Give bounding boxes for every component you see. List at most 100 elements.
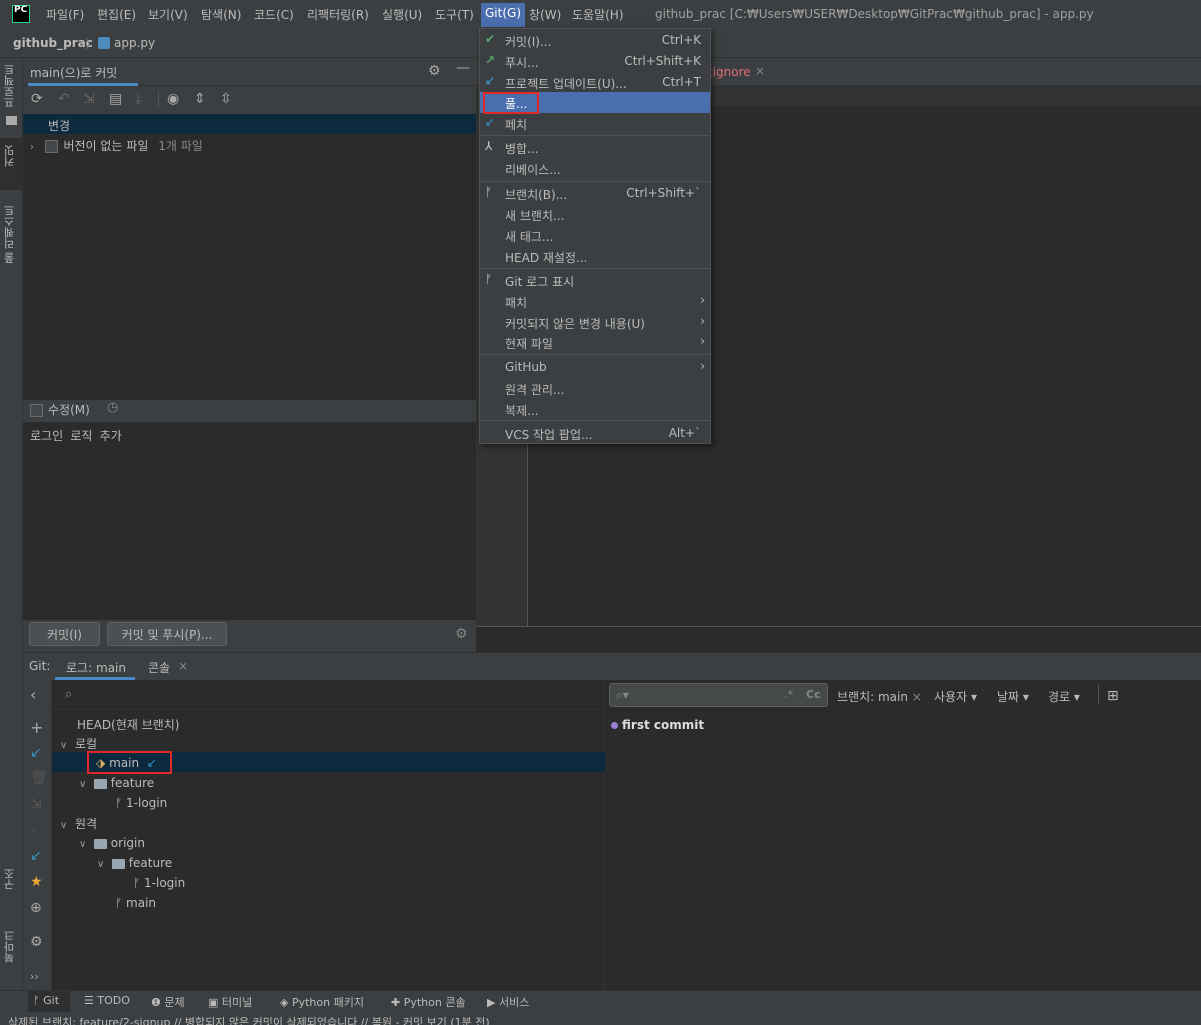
menu-refactor[interactable]: 리팩터링(R) [307,6,369,23]
branch-folder-remote-feature[interactable]: ∨ feature [97,856,172,870]
branch-folder-origin[interactable]: ∨ origin [79,836,145,850]
commit-and-push-button[interactable]: 커밋 및 푸시(P)... [107,622,227,646]
menu-tools[interactable]: 도구(T) [435,6,474,23]
close-icon[interactable]: × [755,64,765,78]
git-menu-manage-remotes[interactable]: 원격 관리... [480,378,710,399]
amend-row[interactable]: 수정(M) [30,401,90,418]
branch-remote-1-login[interactable]: ᚠ 1-login [133,876,185,890]
branch-group-remote[interactable]: ∨ 원격 [60,815,97,832]
git-menu-update-project[interactable]: ↙ 프로젝트 업데이트(U)... Ctrl+T [480,72,710,93]
tool-git[interactable]: ᚠ Git [33,994,59,1007]
user-filter[interactable]: 사용자 ▾ [934,688,977,705]
menu-git[interactable]: Git(G) [481,3,525,27]
breadcrumb-project[interactable]: github_prac [13,36,93,50]
fetch-arrow-icon[interactable]: ↙ [30,848,42,864]
editor-tab-gitignore[interactable]: tignore [708,65,751,79]
branch-remote-main[interactable]: ᚠ main [115,896,156,910]
commit-panel-tab[interactable]: main(으)로 커밋 [30,64,117,81]
amend-checkbox[interactable] [30,404,43,417]
gear-icon[interactable]: ⚙ [428,63,441,79]
commit-row[interactable]: first commit [611,718,704,732]
diff-icon[interactable]: ⇲ [83,91,95,107]
commit-button[interactable]: 커밋(I) [29,622,100,646]
git-menu-fetch[interactable]: ↙ 페치 [480,113,710,134]
rollback-icon[interactable]: ↶ [58,91,70,107]
update-arrow-icon[interactable]: ↙ [30,745,42,761]
git-menu-uncommitted-changes[interactable]: 커밋되지 않은 변경 내용(U) › [480,312,710,333]
git-menu-rebase[interactable]: 리베이스... [480,158,710,179]
shelve-icon[interactable]: ▤ [109,91,122,107]
tool-python-console[interactable]: ✚ Python 콘솔 [391,994,466,1010]
branch-head[interactable]: HEAD(현재 브랜치) [77,716,179,733]
download-icon[interactable]: ⤓ [135,91,141,107]
status-text[interactable]: 삭제된 브랜치: feature/2-signup // 병합되지 않은 커밋이… [8,1014,490,1025]
git-menu-clone[interactable]: 복제... [480,399,710,420]
structure-tool-tab[interactable]: 구조 [2,868,18,890]
search-icon[interactable]: ⌕ [30,822,38,838]
gear-icon[interactable]: ⚙ [30,934,43,950]
date-filter[interactable]: 날짜 ▾ [997,688,1029,705]
commit-tool-tab[interactable]: 커밋 [2,145,18,167]
git-menu-github[interactable]: GitHub › [480,357,710,378]
expand-all-icon[interactable]: ⇕ [194,91,206,107]
tool-terminal[interactable]: ▣ 터미널 [208,994,252,1010]
tool-python-packages[interactable]: ◈ Python 패키지 [280,994,364,1010]
collapse-all-icon[interactable]: ⇳ [220,91,232,107]
chevron-left-icon[interactable]: ‹ [30,685,36,704]
menu-help[interactable]: 도움말(H) [572,6,624,23]
branch-filter[interactable]: 브랜치: main × [837,688,922,705]
tool-services[interactable]: ▶ 서비스 [487,994,529,1010]
menu-view[interactable]: 보기(V) [148,6,188,23]
clock-icon[interactable]: ◷ [107,400,118,415]
tab-log-main[interactable]: 로그: main [66,659,126,676]
git-menu-current-file[interactable]: 현재 파일 › [480,332,710,353]
git-menu-branches[interactable]: ᚠ 브랜치(B)... Ctrl+Shift+` [480,183,710,204]
close-icon[interactable]: × [178,659,188,673]
add-icon[interactable]: + [30,718,43,737]
bookmarks-tool-tab[interactable]: 북마크 [2,930,18,963]
tool-problems[interactable]: ❶ 문제 [151,994,185,1010]
menu-edit[interactable]: 편집(E) [97,6,136,23]
git-menu-new-tag[interactable]: 새 태그... [480,225,710,246]
minimize-icon[interactable]: — [456,60,470,76]
delete-icon[interactable]: 🗑 [30,770,48,786]
git-menu-reset-head[interactable]: HEAD 재설정... [480,246,710,267]
git-menu-push[interactable]: ↗ 푸시... Ctrl+Shift+K [480,51,710,72]
commit-message-field[interactable] [23,422,476,620]
git-menu-patch[interactable]: 패치 › [480,291,710,312]
refresh-icon[interactable]: ⟳ [31,91,43,107]
locate-icon[interactable]: ⊕ [30,900,42,916]
pull-request-tool-tab[interactable]: 풀 리퀘스트 [2,205,18,264]
log-filter-input[interactable] [609,683,828,707]
chevron-right-icon[interactable]: › [30,142,34,153]
git-menu-merge[interactable]: ⅄ 병합... [480,137,710,158]
close-icon[interactable]: × [912,690,922,704]
commit-options-gear-icon[interactable]: ⚙ [455,626,468,642]
menu-code[interactable]: 코드(C) [254,6,294,23]
branch-group-local[interactable]: ∨ 로컬 [60,735,97,752]
branch-1-login[interactable]: ᚠ 1-login [115,796,167,810]
eye-icon[interactable]: ◉ [167,91,179,107]
menu-navigate[interactable]: 탐색(N) [201,6,241,23]
branch-folder-feature[interactable]: ∨ feature [79,776,154,790]
git-menu-show-log[interactable]: ᚠ Git 로그 표시 [480,270,710,291]
new-tab-icon[interactable]: ⊞ [1107,688,1119,704]
unversioned-files-row[interactable]: › 버전이 없는 파일 1개 파일 [30,137,203,154]
path-filter[interactable]: 경로 ▾ [1048,688,1080,705]
menu-window[interactable]: 창(W) [529,6,561,23]
tool-todo[interactable]: ☰ TODO [84,994,130,1007]
project-tool-tab[interactable]: 프로젝트 [2,64,18,108]
git-menu-commit[interactable]: ✔ 커밋(I)... Ctrl+K [480,30,710,51]
star-icon[interactable]: ★ [30,874,43,890]
breadcrumb-file[interactable]: app.py [114,36,155,50]
git-menu-new-branch[interactable]: 새 브랜치... [480,204,710,225]
case-sensitive-toggle[interactable]: Cc [806,688,821,701]
branch-search-field[interactable] [52,680,605,710]
tab-console[interactable]: 콘솔 [148,659,170,676]
menu-run[interactable]: 실행(U) [382,6,422,23]
compare-icon[interactable]: ⇲ [30,796,42,812]
changes-row[interactable] [23,114,476,134]
regex-toggle[interactable]: .* [784,688,793,701]
menu-file[interactable]: 파일(F) [46,6,84,23]
more-icon[interactable]: ›› [30,970,39,983]
